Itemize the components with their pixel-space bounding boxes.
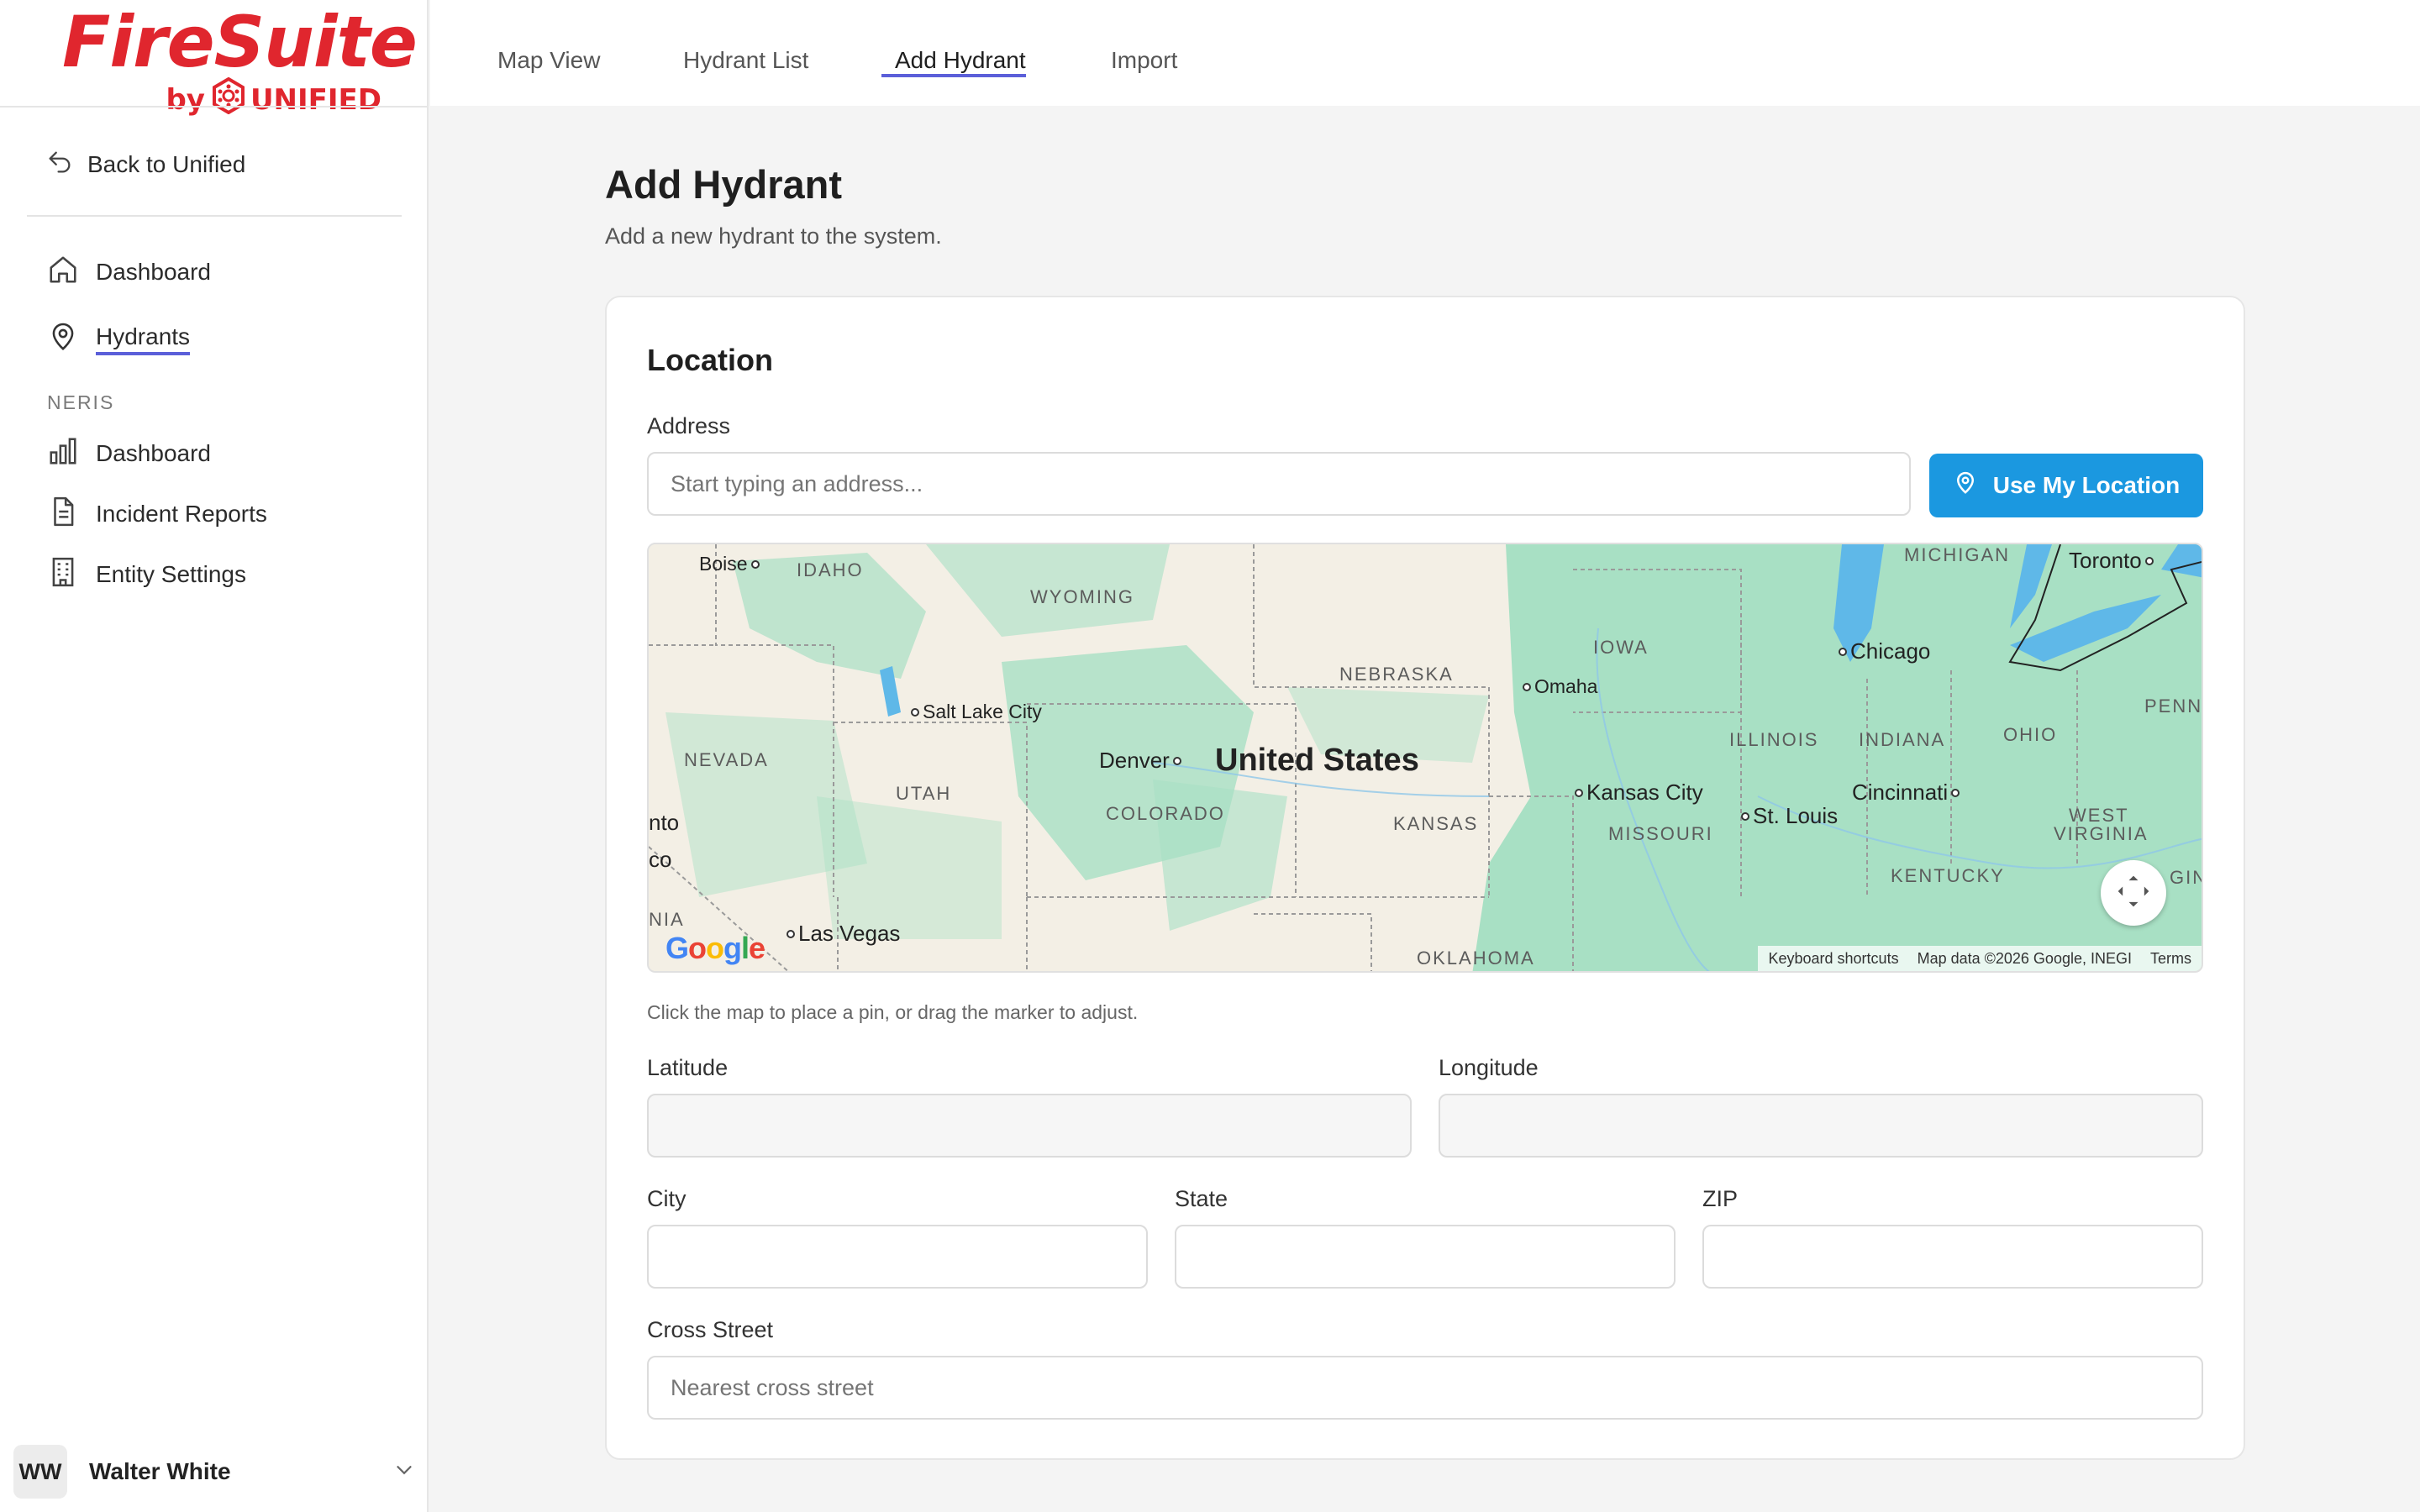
logo-by: by (166, 82, 205, 117)
map-basemap (649, 544, 2202, 971)
back-arrow-icon (45, 148, 74, 182)
move-arrows-icon (2115, 873, 2152, 914)
map-attribution: Keyboard shortcuts Map data ©2026 Google… (1758, 946, 2202, 971)
chevron-down-icon[interactable] (392, 1457, 417, 1487)
map-city-st-louis: St. Louis (1741, 803, 1838, 829)
map-hint-text: Click the map to place a pin, or drag th… (647, 1001, 1139, 1023)
cross-street-input[interactable] (647, 1356, 2203, 1420)
latitude-label: Latitude (647, 1055, 729, 1080)
map-pin-icon (47, 321, 79, 359)
sidebar-divider (27, 215, 402, 217)
tab-hydrant-list[interactable]: Hydrant List (683, 42, 808, 79)
location-pin-icon (1953, 470, 1978, 501)
sidebar-item-incident-reports[interactable]: Incident Reports (47, 496, 267, 533)
map-label-virginia: VIRGINIA (2054, 823, 2149, 844)
use-my-location-button[interactable]: Use My Location (1929, 454, 2203, 517)
map-edge-label: nto (649, 810, 680, 835)
map-label-illinois: ILLINOIS (1729, 729, 1819, 750)
unified-hex-icon (212, 76, 245, 122)
map-label-wyoming: WYOMING (1030, 586, 1134, 607)
sidebar-item-label: Dashboard (96, 259, 211, 285)
map-label-iowa: IOWA (1593, 637, 1649, 658)
logo-byline: by UNIFIED (166, 76, 381, 122)
map-move-control[interactable] (2101, 860, 2166, 926)
active-tab-indicator (881, 74, 1026, 77)
map-label-idaho: IDAHO (797, 559, 864, 580)
map-city-boise: Boise (699, 553, 760, 575)
zip-field[interactable] (1702, 1225, 2203, 1289)
page-title: Add Hydrant (605, 162, 842, 207)
page-subtitle: Add a new hydrant to the system. (605, 223, 942, 249)
map-label-kansas: KANSAS (1393, 813, 1479, 834)
map-city-kansas-city: Kansas City (1575, 780, 1703, 806)
sidebar-item-entity-settings[interactable]: Entity Settings (47, 556, 246, 593)
location-section-title: Location (647, 343, 773, 377)
sidebar-item-label: Hydrants (96, 323, 191, 355)
sidebar-item-label: Incident Reports (96, 501, 267, 527)
map-label-oklahoma: OKLAHOMA (1417, 948, 1535, 969)
map-city-denver: Denver (1099, 748, 1181, 774)
logo-wordmark: FireSuite (62, 1, 418, 83)
use-my-location-label: Use My Location (1992, 472, 2181, 498)
longitude-label: Longitude (1439, 1055, 1539, 1080)
address-input[interactable] (647, 452, 1911, 516)
map-city-toronto: Toronto (2069, 548, 2154, 574)
tab-import[interactable]: Import (1111, 42, 1177, 79)
firesuite-logo[interactable]: FireSuite by UNIFIED (62, 2, 418, 117)
state-field[interactable] (1175, 1225, 1676, 1289)
map-city-omaha: Omaha (1523, 675, 1597, 698)
sidebar-item-dashboard[interactable]: Dashboard (47, 254, 211, 291)
map-data-credit: Map data ©2026 Google, INEGI (1917, 949, 2132, 967)
map-label-gin: GIN (2170, 867, 2202, 888)
map-label-colorado: COLORADO (1106, 803, 1225, 824)
map-label-missouri: MISSOURI (1608, 823, 1713, 844)
bar-chart-icon (47, 435, 79, 473)
map-label-ohio: OHIO (2003, 724, 2058, 745)
city-field[interactable] (647, 1225, 1148, 1289)
latitude-field[interactable] (647, 1094, 1412, 1158)
sidebar-item-neris-dashboard[interactable]: Dashboard (47, 435, 211, 472)
sidebar-item-label: Entity Settings (96, 561, 246, 587)
map-city-chicago: Chicago (1839, 638, 1930, 664)
back-to-unified-label: Back to Unified (87, 151, 246, 177)
map-city-las-vegas: Las Vegas (786, 921, 900, 947)
location-map[interactable]: IDAHO WYOMING NEBRASKA IOWA MICHIGAN NEV… (647, 543, 2203, 973)
user-name: Walter White (89, 1458, 231, 1484)
address-label: Address (647, 413, 731, 438)
map-edge-label: co (649, 847, 672, 872)
map-label-nevada: NEVADA (684, 749, 769, 770)
document-icon (47, 496, 79, 533)
map-city-salt-lake-city: Salt Lake City (911, 701, 1042, 723)
zip-label: ZIP (1702, 1186, 1739, 1211)
google-logo: Google (666, 931, 765, 965)
top-navigation: Map View Hydrant List Add Hydrant Import (430, 0, 2420, 106)
map-label-michigan: MICHIGAN (1904, 544, 2010, 565)
cross-street-label: Cross Street (647, 1317, 774, 1342)
logo-divider (0, 106, 429, 108)
map-label-nia: NIA (649, 909, 685, 930)
state-label: State (1175, 1186, 1228, 1211)
sidebar: FireSuite by UNIFIED Back to Unified Das… (0, 0, 429, 1512)
keyboard-shortcuts-link[interactable]: Keyboard shortcuts (1768, 950, 1898, 968)
map-city-cincinnati: Cincinnati (1852, 780, 1960, 806)
sidebar-item-label: Dashboard (96, 440, 211, 466)
user-menu[interactable]: WW Walter White (13, 1443, 417, 1500)
map-label-utah: UTAH (896, 783, 952, 804)
sidebar-section-neris: NERIS (47, 391, 115, 413)
map-label-indiana: INDIANA (1859, 729, 1946, 750)
map-country-label: United States (1215, 743, 1419, 778)
avatar: WW (13, 1445, 67, 1499)
building-icon (47, 556, 79, 594)
city-label: City (647, 1186, 687, 1211)
home-icon (47, 254, 79, 291)
map-label-nebraska: NEBRASKA (1339, 664, 1454, 685)
map-label-kentucky: KENTUCKY (1891, 865, 2005, 886)
longitude-field[interactable] (1439, 1094, 2203, 1158)
map-label-penn: PENN (2144, 696, 2203, 717)
tab-map-view[interactable]: Map View (497, 42, 600, 79)
back-to-unified-link[interactable]: Back to Unified (45, 148, 245, 181)
sidebar-item-hydrants[interactable]: Hydrants (47, 321, 191, 359)
logo-company: UNIFIED (250, 82, 381, 117)
terms-link[interactable]: Terms (2150, 950, 2191, 968)
